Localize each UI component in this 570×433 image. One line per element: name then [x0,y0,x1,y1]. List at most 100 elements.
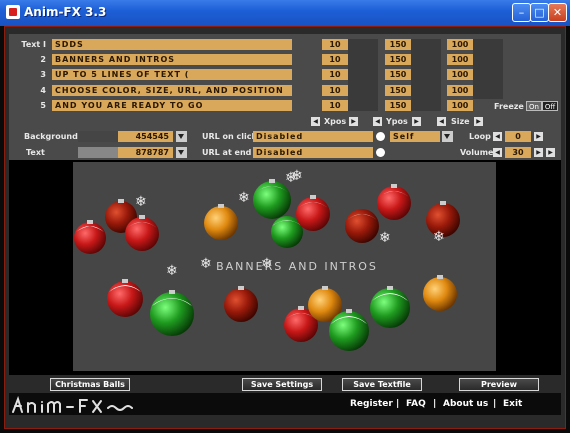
ypos-input[interactable]: 150 [385,54,411,65]
ornament [345,209,379,243]
loop-label: Loop [469,132,491,141]
background-label: Background [24,132,78,141]
ornament [224,286,258,322]
ypos-label: Ypos [386,117,408,126]
ypos-input[interactable]: 150 [385,69,411,80]
row-label: 5 [40,101,46,110]
text-line-input[interactable]: SDDS [52,39,292,50]
about-link[interactable]: About us [443,399,488,409]
ornament [423,275,457,311]
row-label: 2 [40,55,46,64]
volume-extra-arrow[interactable]: ▶ [546,148,555,157]
divider [411,39,441,111]
url-click-input[interactable]: Disabled [253,131,373,142]
register-link[interactable]: Register [350,399,393,409]
size-input[interactable]: 100 [447,39,473,50]
ornament [107,279,143,317]
size-input[interactable]: 100 [447,85,473,96]
faq-link[interactable]: FAQ [406,399,426,409]
save-settings-button[interactable]: Save Settings [242,378,322,391]
size-right-arrow[interactable]: ▶ [474,117,483,126]
radio-icon[interactable] [376,148,385,157]
volume-right-arrow[interactable]: ▶ [534,148,543,157]
link-separator: | [493,399,497,409]
ornament [74,220,106,254]
app-window: Anim-FX 3.3 – □ ✕ Text I SDDS 10 150 100… [0,0,570,433]
text-color-dropdown[interactable] [176,147,187,158]
snowflake-icon: ❄ [291,168,303,184]
freeze-off-toggle[interactable]: Off [542,101,558,111]
maximize-button[interactable]: □ [530,3,549,22]
text-color-swatch[interactable] [78,147,118,158]
text-line-input[interactable]: UP TO 5 LINES OF TEXT ( [52,69,292,80]
divider [473,39,503,99]
text-color-input[interactable]: 878787 [118,147,173,158]
row-label: 3 [40,70,46,79]
effect-select-button[interactable]: Christmas Balls [50,378,130,391]
text-line-input[interactable]: BANNERS AND INTROS [52,54,292,65]
radio-icon[interactable] [376,132,385,141]
background-swatch[interactable] [78,131,118,142]
text-line-input[interactable]: AND YOU ARE READY TO GO [52,100,292,111]
xpos-input[interactable]: 10 [322,39,348,50]
url-click-label: URL on click [202,132,257,141]
size-left-arrow[interactable]: ◀ [437,117,446,126]
url-end-label: URL at end [202,148,252,157]
xpos-label: Xpos [324,117,347,126]
divider [348,39,378,111]
loop-left-arrow[interactable]: ◀ [493,132,502,141]
ornament [377,184,411,220]
preview-banner-text: BANNERS AND INTROS [216,260,378,273]
ypos-input[interactable]: 150 [385,85,411,96]
title-bar[interactable]: Anim-FX 3.3 – □ ✕ [0,0,570,26]
background-color-input[interactable]: 454545 [118,131,173,142]
ypos-left-arrow[interactable]: ◀ [373,117,382,126]
text-line-input[interactable]: CHOOSE COLOR, SIZE, URL, AND POSITION [52,85,292,96]
ornament [204,204,238,240]
size-label: Size [451,117,470,126]
size-input[interactable]: 100 [447,54,473,65]
xpos-left-arrow[interactable]: ◀ [311,117,320,126]
size-input[interactable]: 100 [447,69,473,80]
xpos-input[interactable]: 10 [322,100,348,111]
xpos-input[interactable]: 10 [322,69,348,80]
volume-label: Volume [460,148,494,157]
xpos-right-arrow[interactable]: ▶ [349,117,358,126]
exit-link[interactable]: Exit [503,399,522,409]
ypos-input[interactable]: 150 [385,39,411,50]
snowflake-icon: ❄ [433,229,445,245]
loop-right-arrow[interactable]: ▶ [534,132,543,141]
background-dropdown[interactable] [176,131,187,142]
loop-input[interactable]: 0 [505,131,531,142]
snowflake-icon: ❄ [135,194,147,210]
ornament [296,195,330,231]
snowflake-icon: ❄ [379,230,391,246]
link-separator: | [433,399,437,409]
url-target-select[interactable]: Self [390,131,440,142]
app-icon [6,5,20,19]
size-input[interactable]: 100 [447,100,473,111]
ornament [150,290,194,336]
window-title: Anim-FX 3.3 [24,5,107,19]
preview-button[interactable]: Preview [459,378,539,391]
freeze-on-toggle[interactable]: On [526,101,542,111]
save-textfile-button[interactable]: Save Textfile [342,378,422,391]
row-label: 4 [40,86,46,95]
minimize-button[interactable]: – [512,3,531,22]
ypos-input[interactable]: 150 [385,100,411,111]
row-label: Text I [21,40,46,49]
app-logo [10,395,150,416]
xpos-input[interactable]: 10 [322,85,348,96]
ypos-right-arrow[interactable]: ▶ [412,117,421,126]
snowflake-icon: ❄ [166,263,178,279]
link-separator: | [396,399,400,409]
url-target-dropdown[interactable] [442,131,453,142]
preview-stage[interactable]: ❄ ❄ ❄ ❄ ❄ ❄ ❄ ❄ ❄ BANNERS AND INTROS [73,162,496,371]
volume-input[interactable]: 30 [505,147,531,158]
text-color-label: Text [26,148,45,157]
volume-left-arrow[interactable]: ◀ [493,148,502,157]
url-end-input[interactable]: Disabled [253,147,373,158]
snowflake-icon: ❄ [238,190,250,206]
close-button[interactable]: ✕ [548,3,567,22]
xpos-input[interactable]: 10 [322,54,348,65]
